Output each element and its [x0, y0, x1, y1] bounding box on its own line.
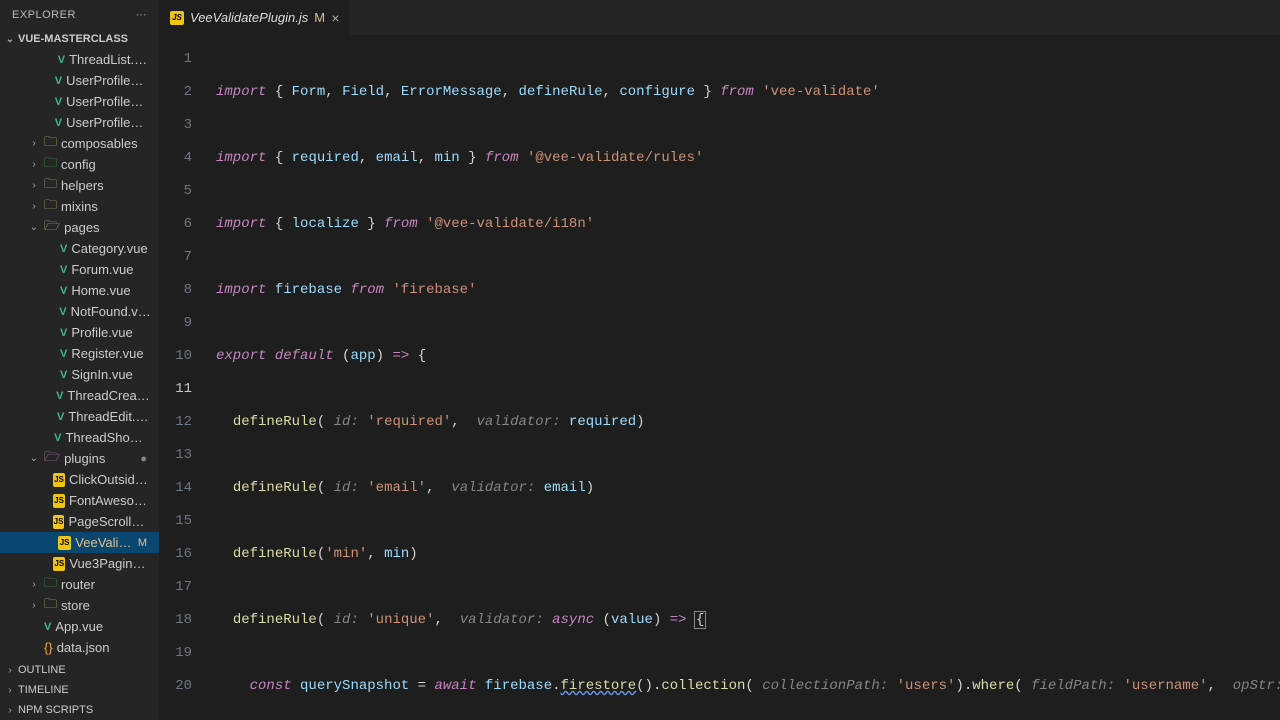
chevron-down-icon: ⌄ [28, 453, 40, 465]
code-area[interactable]: import { Form, Field, ErrorMessage, defi… [210, 35, 1280, 720]
modified-badge: M [138, 537, 151, 549]
tree-item[interactable]: VUserProfileCar... [0, 112, 159, 133]
tree-folder[interactable]: ›🗀router [0, 574, 159, 595]
tree-folder[interactable]: ›🗀mixins [0, 196, 159, 217]
chevron-down-icon: ⌄ [28, 222, 40, 234]
folder-icon: 🗀 [44, 574, 57, 595]
vue-icon: V [60, 264, 67, 276]
project-header[interactable]: ⌄ VUE-MASTERCLASS [0, 29, 159, 49]
folder-icon: 🗀 [44, 133, 57, 154]
main: JS VeeValidatePlugin.js M × ⇄ ◧ ⋯ 123456… [160, 0, 1280, 720]
vue-icon: V [58, 54, 65, 66]
chevron-right-icon: › [4, 704, 16, 716]
folder-icon: 🗀 [44, 175, 57, 196]
chevron-right-icon: › [4, 684, 16, 696]
tab[interactable]: JS VeeValidatePlugin.js M × [160, 0, 350, 35]
chevron-right-icon: › [28, 180, 40, 192]
tree-item[interactable]: VThreadShow.vue [0, 427, 159, 448]
vue-icon: V [55, 75, 62, 87]
tree-item[interactable]: JSVeeValid...M [0, 532, 159, 553]
js-icon: JS [53, 473, 65, 487]
gutter: 1234567891011121314151617181920 [160, 35, 210, 720]
vue-icon: V [57, 411, 64, 423]
js-icon: JS [170, 11, 184, 25]
tree-folder[interactable]: ⌄🗁pages [0, 217, 159, 238]
tree-item[interactable]: VRegister.vue [0, 343, 159, 364]
tree-item[interactable]: VForum.vue [0, 259, 159, 280]
js-icon: JS [53, 557, 65, 571]
timeline-section[interactable]: ›TIMELINE [0, 680, 159, 700]
tree-item[interactable]: VThreadList.vue [0, 49, 159, 70]
vue-icon: V [60, 327, 67, 339]
folder-icon: 🗀 [44, 196, 57, 217]
tree-item[interactable]: JSFontAwesome.js [0, 490, 159, 511]
tree-item[interactable]: JSPageScrollDire... [0, 511, 159, 532]
tab-filename: VeeValidatePlugin.js [190, 10, 308, 25]
project-name: VUE-MASTERCLASS [18, 33, 128, 45]
tree-item[interactable]: {}data.json [0, 637, 159, 658]
folder-icon: 🗁 [44, 448, 60, 469]
chevron-right-icon: › [28, 201, 40, 213]
tree-item[interactable]: VNotFound.vue [0, 301, 159, 322]
tab-bar: JS VeeValidatePlugin.js M × ⇄ ◧ ⋯ [160, 0, 1280, 35]
modified-badge: M [314, 10, 325, 25]
tree-folder[interactable]: ›🗀config [0, 154, 159, 175]
explorer-title: EXPLORER [12, 9, 76, 21]
vue-icon: V [55, 117, 62, 129]
tree-folder[interactable]: ›🗀store [0, 595, 159, 616]
js-icon: JS [53, 494, 65, 508]
chevron-right-icon: › [28, 579, 40, 591]
tree-item[interactable]: VApp.vue [0, 616, 159, 637]
vue-icon: V [60, 285, 67, 297]
tree-item[interactable]: VHome.vue [0, 280, 159, 301]
tree-item[interactable]: JSVue3Paginatio... [0, 553, 159, 574]
tree-item[interactable]: JSClickOutsideDi... [0, 469, 159, 490]
tree-folder[interactable]: ›🗀composables [0, 133, 159, 154]
file-tree: VThreadList.vue VUserProfileCar... VUser… [0, 49, 159, 660]
tree-item[interactable]: VThreadEdit.vue [0, 406, 159, 427]
js-icon: JS [58, 536, 71, 550]
folder-icon: 🗀 [44, 154, 57, 175]
vue-icon: V [55, 96, 62, 108]
folder-icon: 🗀 [44, 595, 57, 616]
chevron-right-icon: › [28, 600, 40, 612]
outline-section[interactable]: ›OUTLINE [0, 660, 159, 680]
editor[interactable]: 1234567891011121314151617181920 import {… [160, 35, 1280, 720]
js-icon: JS [53, 515, 65, 529]
chevron-right-icon: › [28, 138, 40, 150]
folder-icon: 🗁 [44, 217, 60, 238]
vue-icon: V [60, 348, 67, 360]
tree-folder[interactable]: ›🗀helpers [0, 175, 159, 196]
more-icon[interactable]: ⋯ [136, 8, 148, 21]
tree-folder[interactable]: ⌄🗁plugins● [0, 448, 159, 469]
tree-item[interactable]: VUserProfileCar... [0, 70, 159, 91]
vue-icon: V [44, 621, 51, 633]
vue-icon: V [59, 306, 66, 318]
explorer-header: EXPLORER ⋯ [0, 0, 159, 29]
chevron-right-icon: › [28, 159, 40, 171]
vue-icon: V [56, 390, 63, 402]
tree-item[interactable]: VSignIn.vue [0, 364, 159, 385]
tree-item[interactable]: VProfile.vue [0, 322, 159, 343]
chevron-down-icon: ⌄ [4, 33, 16, 45]
json-icon: {} [44, 640, 53, 655]
vue-icon: V [54, 432, 61, 444]
close-icon[interactable]: × [331, 10, 339, 26]
sidebar: EXPLORER ⋯ ⌄ VUE-MASTERCLASS VThreadList… [0, 0, 160, 720]
vue-icon: V [60, 243, 67, 255]
npm-scripts-section[interactable]: ›NPM SCRIPTS [0, 700, 159, 720]
tree-item[interactable]: VCategory.vue [0, 238, 159, 259]
dot-icon: ● [140, 453, 151, 465]
chevron-right-icon: › [4, 664, 16, 676]
tree-item[interactable]: VThreadCreate... [0, 385, 159, 406]
vue-icon: V [60, 369, 67, 381]
tree-item[interactable]: VUserProfileCar... [0, 91, 159, 112]
